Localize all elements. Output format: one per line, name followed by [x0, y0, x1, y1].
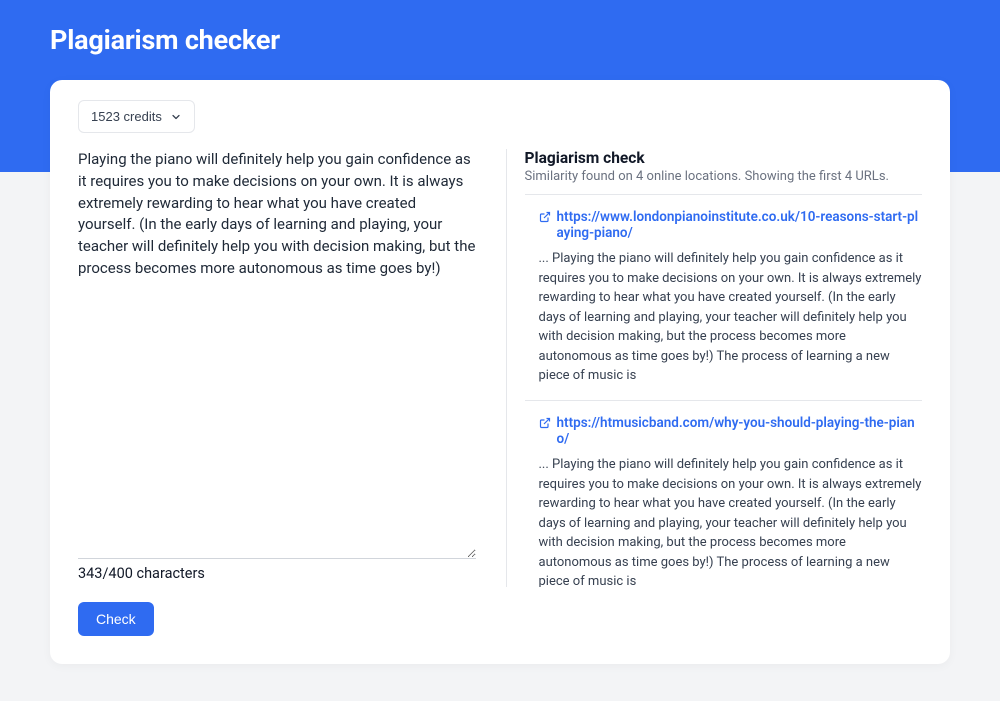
text-input[interactable] — [78, 149, 476, 559]
result-header: https://www.londonpianoinstitute.co.uk/1… — [539, 209, 923, 241]
credits-dropdown[interactable]: 1523 credits — [78, 100, 195, 133]
chevron-down-icon — [170, 111, 182, 123]
check-button[interactable]: Check — [78, 602, 154, 636]
result-snippet: ... Playing the piano will definitely he… — [539, 249, 923, 386]
char-count: 343/400 characters — [78, 565, 476, 582]
input-column: 343/400 characters Check — [78, 149, 506, 636]
result-header: https://htmusicband.com/why-you-should-p… — [539, 415, 923, 447]
results-title: Plagiarism check — [525, 149, 923, 167]
results-subtitle: Similarity found on 4 online locations. … — [525, 169, 923, 195]
results-column: Plagiarism check Similarity found on 4 o… — [506, 149, 923, 587]
external-link-icon — [539, 417, 551, 429]
page-container: Plagiarism checker 1523 credits 343/400 … — [0, 0, 1000, 664]
external-link-icon — [539, 211, 551, 223]
main-card: 1523 credits 343/400 characters Check Pl… — [50, 80, 950, 664]
result-item: https://htmusicband.com/why-you-should-p… — [525, 401, 923, 587]
page-title: Plagiarism checker — [50, 24, 950, 56]
result-url[interactable]: https://htmusicband.com/why-you-should-p… — [557, 415, 923, 447]
result-url[interactable]: https://www.londonpianoinstitute.co.uk/1… — [557, 209, 923, 241]
result-item: https://www.londonpianoinstitute.co.uk/1… — [525, 195, 923, 401]
columns: 343/400 characters Check Plagiarism chec… — [78, 149, 922, 636]
credits-label: 1523 credits — [91, 109, 162, 124]
result-snippet: ... Playing the piano will definitely he… — [539, 455, 923, 587]
